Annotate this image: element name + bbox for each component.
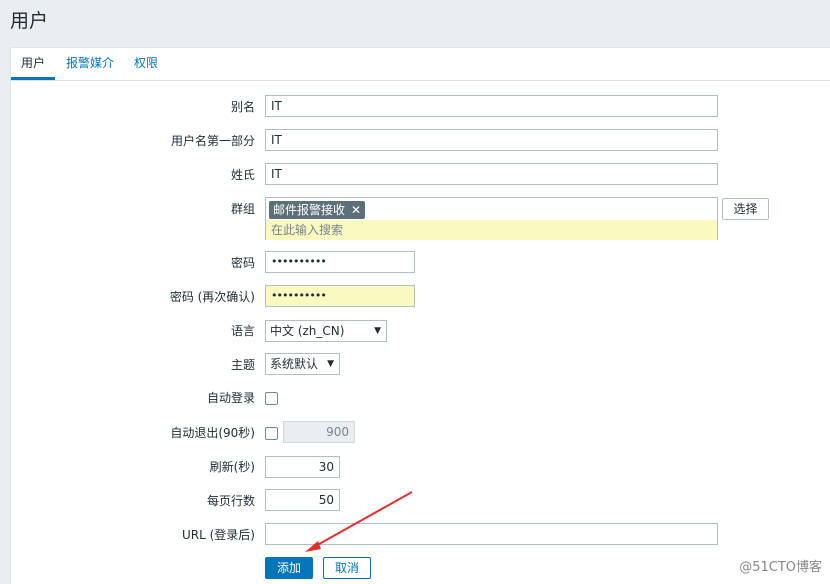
password-label: 密码: [230, 256, 255, 270]
language-select[interactable]: 中文 (zh_CN) ▼: [265, 320, 387, 342]
group-chip: 邮件报警接收 ✕: [269, 201, 366, 219]
refresh-label: 刷新(秒): [209, 460, 255, 474]
groups-label: 群组: [230, 202, 255, 216]
password-input[interactable]: ••••••••••: [265, 251, 415, 273]
page-title: 用户: [10, 10, 49, 32]
url-label: URL (登录后): [182, 528, 255, 542]
theme-select[interactable]: 系统默认 ▼: [265, 353, 340, 375]
chevron-down-icon: ▼: [327, 359, 334, 369]
name-label: 用户名第一部分: [170, 134, 255, 148]
surname-label: 姓氏: [230, 168, 255, 182]
tab-media[interactable]: 报警媒介: [66, 48, 114, 78]
autologout-checkbox[interactable]: [265, 427, 278, 440]
autologin-label: 自动登录: [206, 391, 255, 405]
groups-multiselect[interactable]: 邮件报警接收 ✕ 在此输入搜索: [265, 197, 718, 240]
name-input[interactable]: IT: [265, 129, 718, 151]
refresh-input[interactable]: 30: [265, 456, 340, 478]
chevron-down-icon: ▼: [374, 326, 381, 336]
password-confirm-label: 密码 (再次确认): [169, 290, 255, 304]
language-value: 中文 (zh_CN): [270, 324, 345, 338]
tab-bar: 用户 报警媒介 权限: [11, 48, 830, 81]
tab-permissions[interactable]: 权限: [134, 48, 158, 78]
autologout-input[interactable]: 900: [283, 421, 355, 443]
alias-label: 别名: [230, 100, 255, 114]
remove-icon[interactable]: ✕: [351, 203, 361, 217]
alias-input[interactable]: IT: [265, 95, 718, 117]
tab-user[interactable]: 用户: [11, 48, 56, 80]
theme-value: 系统默认: [270, 357, 319, 371]
theme-label: 主题: [230, 358, 255, 372]
url-input[interactable]: [265, 523, 718, 545]
language-label: 语言: [230, 324, 255, 338]
select-groups-button[interactable]: 选择: [722, 198, 769, 220]
autologin-checkbox[interactable]: [265, 392, 278, 405]
password-confirm-input[interactable]: ••••••••••: [265, 285, 415, 307]
cancel-button[interactable]: 取消: [323, 557, 371, 579]
group-chip-label: 邮件报警接收: [273, 203, 346, 217]
rows-per-page-input[interactable]: 50: [265, 489, 340, 511]
rows-per-page-label: 每页行数: [206, 494, 255, 508]
add-button[interactable]: 添加: [265, 557, 313, 579]
groups-search-input[interactable]: 在此输入搜索: [266, 220, 717, 240]
watermark: @51CTO博客: [739, 560, 822, 575]
autologout-label: 自动退出(90秒): [170, 426, 255, 440]
surname-input[interactable]: IT: [265, 163, 718, 185]
